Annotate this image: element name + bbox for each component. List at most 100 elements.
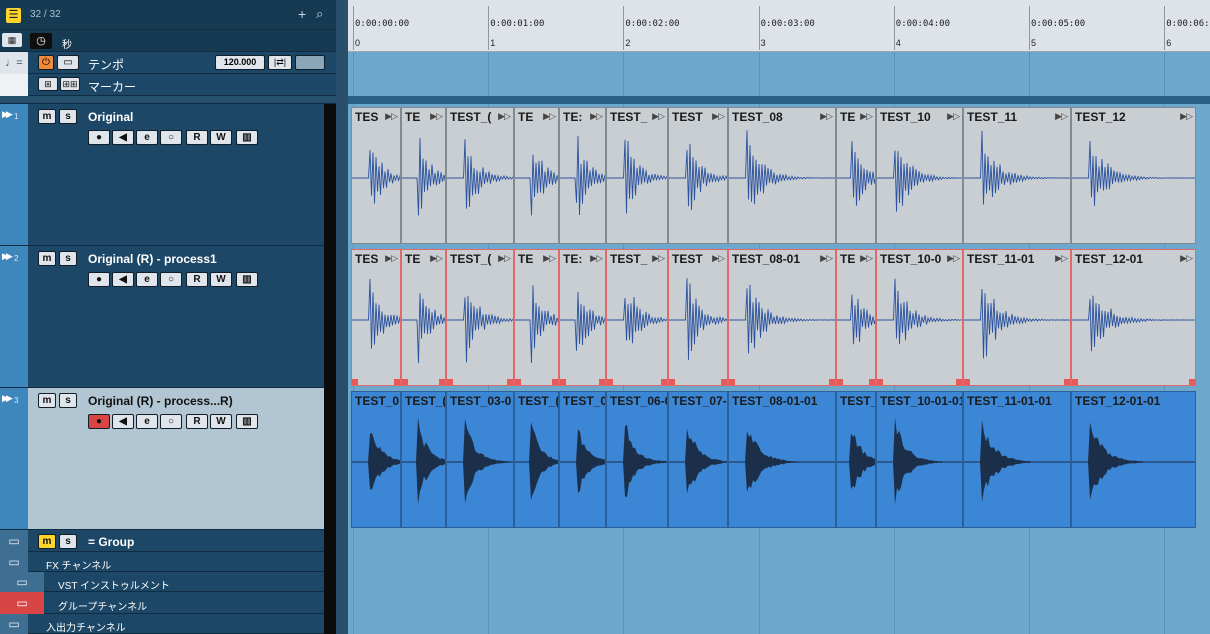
play-event-icon[interactable]: ▶▷ <box>430 111 443 122</box>
audio-event[interactable]: TEST_11-01-01 <box>963 391 1071 528</box>
mute-button[interactable]: m <box>38 109 56 124</box>
fade-handle[interactable] <box>1064 379 1070 385</box>
menu-icon[interactable]: ☰ <box>6 8 21 23</box>
edit-icon[interactable]: e <box>136 414 158 429</box>
expand-arrow-icon[interactable]: ▶▶ <box>2 251 13 262</box>
play-event-icon[interactable]: ▶▷ <box>498 253 511 264</box>
event-display[interactable]: TES ▶▷ TE ▶▷ TEST_(▶▷ TE ▶▷ TE: ▶▷ TEST_ ▶▷ TEST ▶▷ T… <box>348 52 1210 634</box>
fade-handle[interactable] <box>829 379 835 385</box>
add-cycle-marker-icon[interactable]: ⊞⊞ <box>60 77 80 91</box>
write-button[interactable]: W <box>210 414 232 429</box>
tempo-align-icon[interactable]: |⇄| <box>268 55 292 70</box>
play-event-icon[interactable]: ▶▷ <box>860 253 873 264</box>
audio-event[interactable]: TEST_ <box>836 391 876 528</box>
audio-event[interactable]: TE ▶▷ <box>836 107 876 244</box>
fade-handle[interactable] <box>394 379 400 385</box>
play-event-icon[interactable]: ▶▷ <box>820 253 833 264</box>
fade-handle[interactable] <box>877 379 883 385</box>
audio-event[interactable]: TEST_06-0 <box>606 391 668 528</box>
audio-event[interactable]: TEST_( <box>401 391 446 528</box>
fade-handle[interactable] <box>721 379 727 385</box>
audio-event[interactable]: TEST_07- <box>668 391 728 528</box>
audio-event[interactable]: TES ▶▷ <box>351 107 401 244</box>
magnifier-icon[interactable]: ⌕ <box>316 6 323 22</box>
play-event-icon[interactable]: ▶▷ <box>498 111 511 122</box>
lanes-icon[interactable]: ▥ <box>236 414 258 429</box>
marker-track[interactable]: ⊞ ⊞⊞ マーカー <box>0 74 336 96</box>
play-event-icon[interactable]: ▶▷ <box>947 253 960 264</box>
write-button[interactable]: W <box>210 272 232 287</box>
fade-handle[interactable] <box>964 379 970 385</box>
audio-event[interactable]: TE: ▶▷ <box>559 249 606 386</box>
play-event-icon[interactable]: ▶▷ <box>947 111 960 122</box>
audio-event[interactable]: TES ▶▷ <box>351 249 401 386</box>
play-event-icon[interactable]: ▶▷ <box>712 253 725 264</box>
mute-button[interactable]: m <box>38 251 56 266</box>
fade-handle[interactable] <box>560 379 566 385</box>
play-event-icon[interactable]: ▶▷ <box>543 111 556 122</box>
edit-icon[interactable]: e <box>136 272 158 287</box>
read-button[interactable]: R <box>186 272 208 287</box>
solo-button[interactable]: s <box>59 534 77 549</box>
play-event-icon[interactable]: ▶▷ <box>652 253 665 264</box>
io-channel-folder[interactable]: ▭ 入出力チャンネル <box>0 614 336 634</box>
track-name[interactable]: Original <box>88 110 133 124</box>
play-event-icon[interactable]: ▶▷ <box>1180 111 1193 122</box>
track-name[interactable]: Original (R) - process...R) <box>88 394 233 408</box>
audio-event[interactable]: TEST_12 ▶▷ <box>1071 107 1196 244</box>
time-ruler[interactable]: 0:00:00:00 0 0:00:01:00 1 0:00:02:00 2 0:00:03… <box>348 0 1210 52</box>
ruler-icon[interactable]: ▦ <box>2 33 22 47</box>
play-event-icon[interactable]: ▶▷ <box>590 253 603 264</box>
edit-icon[interactable]: e <box>136 130 158 145</box>
audio-event[interactable]: TE ▶▷ <box>401 249 446 386</box>
play-event-icon[interactable]: ▶▷ <box>1180 253 1193 264</box>
track-name[interactable]: Original (R) - process1 <box>88 252 217 266</box>
fade-handle[interactable] <box>869 379 875 385</box>
fade-handle[interactable] <box>507 379 513 385</box>
play-event-icon[interactable]: ▶▷ <box>590 111 603 122</box>
read-button[interactable]: R <box>186 414 208 429</box>
audio-event[interactable]: TEST_03-0 <box>446 391 514 528</box>
fade-handle[interactable] <box>1189 379 1195 385</box>
audio-event[interactable]: TEST_0 <box>351 391 401 528</box>
plus-icon[interactable]: + <box>298 6 306 22</box>
audio-event[interactable]: TE ▶▷ <box>401 107 446 244</box>
play-event-icon[interactable]: ▶▷ <box>385 253 398 264</box>
play-event-icon[interactable]: ▶▷ <box>820 111 833 122</box>
group-channel-folder[interactable]: ▭ グループチャンネル <box>0 592 336 614</box>
audio-track-3[interactable]: ▶▶ 3 m s Original (R) - process...R) ● ◀ … <box>0 388 336 530</box>
group-label[interactable]: = Group <box>88 535 134 549</box>
expand-arrow-icon[interactable]: ▶▶ <box>2 109 13 120</box>
audio-event[interactable]: TEST_08-01-01 <box>728 391 836 528</box>
fade-handle[interactable] <box>669 379 675 385</box>
audio-event[interactable]: TE ▶▷ <box>836 249 876 386</box>
audio-event[interactable]: TE ▶▷ <box>514 249 559 386</box>
expand-arrow-icon[interactable]: ▶▶ <box>2 393 13 404</box>
fade-handle[interactable] <box>599 379 605 385</box>
play-event-icon[interactable]: ▶▷ <box>543 253 556 264</box>
mute-button[interactable]: m <box>38 393 56 408</box>
record-enable-icon[interactable]: ● <box>88 272 110 287</box>
monitor-icon[interactable]: ◀ <box>112 272 134 287</box>
fade-handle[interactable] <box>515 379 521 385</box>
audio-event[interactable]: TEST_10-0 ▶▷ <box>876 249 963 386</box>
record-enable-icon[interactable]: ● <box>88 130 110 145</box>
audio-event[interactable]: TEST_0 <box>559 391 606 528</box>
audio-event[interactable]: TEST_11 ▶▷ <box>963 107 1071 244</box>
audio-event[interactable]: TEST_08 ▶▷ <box>728 107 836 244</box>
monitor-icon[interactable]: ◀ <box>112 414 134 429</box>
write-button[interactable]: W <box>210 130 232 145</box>
play-event-icon[interactable]: ▶▷ <box>712 111 725 122</box>
fade-handle[interactable] <box>447 379 453 385</box>
play-event-icon[interactable]: ▶▷ <box>1055 111 1068 122</box>
fade-handle[interactable] <box>552 379 558 385</box>
fade-handle[interactable] <box>607 379 613 385</box>
vst-instrument-folder[interactable]: ▭ VST インストゥルメント <box>0 572 336 592</box>
fade-handle[interactable] <box>1072 379 1078 385</box>
audio-event[interactable]: TEST_10 ▶▷ <box>876 107 963 244</box>
tempo-track[interactable]: ♩= ⏻ ▭ テンポ 120.000 |⇄| <box>0 52 336 74</box>
tempo-slider[interactable] <box>295 55 325 70</box>
group-folder-track[interactable]: ▭ m s = Group <box>0 530 336 552</box>
audio-track-2[interactable]: ▶▶ 2 m s Original (R) - process1 ● ◀ e ○ … <box>0 246 336 388</box>
audio-event[interactable]: TEST_(▶▷ <box>446 107 514 244</box>
